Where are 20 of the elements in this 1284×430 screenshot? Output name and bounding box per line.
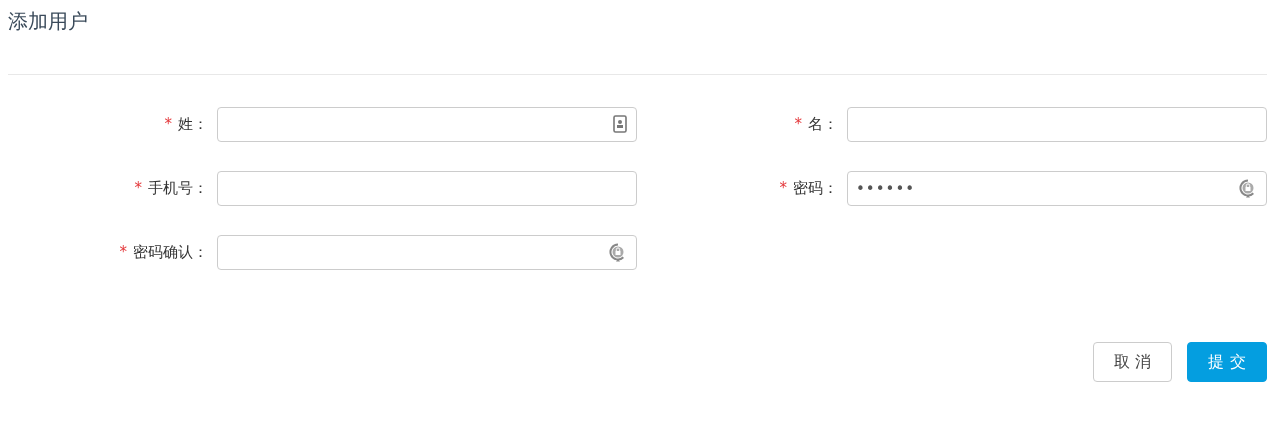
- password-field[interactable]: [217, 235, 637, 270]
- contact-card-icon[interactable]: [613, 115, 627, 133]
- field-label: 名：: [808, 114, 838, 136]
- required-mark: *: [794, 114, 802, 136]
- input-field[interactable]: [217, 171, 637, 206]
- page-title: 添加用户: [8, 9, 88, 33]
- input-field[interactable]: [217, 107, 637, 142]
- field-label: 姓：: [178, 114, 208, 136]
- lock-icon[interactable]: [609, 243, 627, 263]
- required-mark: *: [134, 178, 142, 200]
- password-field[interactable]: ••••••: [847, 171, 1267, 206]
- cancel-button[interactable]: 取 消: [1093, 342, 1172, 382]
- field-label: 手机号：: [148, 178, 208, 200]
- required-mark: *: [119, 242, 127, 264]
- required-mark: *: [164, 114, 172, 136]
- input-field[interactable]: [847, 107, 1267, 142]
- field-label: 密码：: [793, 178, 838, 200]
- field-label: 密码确认：: [133, 242, 208, 264]
- required-mark: *: [779, 178, 787, 200]
- lock-icon[interactable]: [1239, 179, 1257, 199]
